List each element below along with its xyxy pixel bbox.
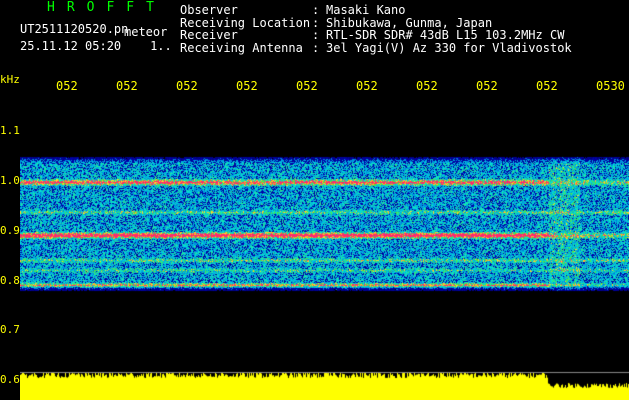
time-tick: 052 [356,79,378,93]
time-tick: 052 [296,79,318,93]
time-tick: 052 [476,79,498,93]
time-tick: 0530 [596,79,625,93]
time-tick: 052 [236,79,258,93]
timestamp-line: 25.11.12 05:20 1.. [20,39,172,53]
info-value: 3el Yagi(V) Az 330 for Vladivostok [326,40,572,55]
time-tick: 052 [536,79,558,93]
spectrogram-canvas [20,100,629,400]
meteor-label: meteor [124,25,168,39]
info-separator: : [312,3,320,17]
info-row-antenna: Receiving Antenna:3el Yagi(V) Az 330 for… [180,40,572,55]
info-row-receiver: Receiver: RTL-SDR SDR# 43dB L15 103.2MHz … [180,29,572,42]
time-tick: 052 [116,79,138,93]
khz-unit-label: kHz [0,73,20,86]
time-tick: 052 [176,79,198,93]
info-value: Masaki Kano [326,3,406,17]
info-separator: : [312,40,320,55]
info-separator: : [312,28,320,42]
freq-tick: 0.6 [0,373,20,386]
spectrogram-area [20,100,629,400]
counter-label: 1.. [150,39,172,53]
time-tick: 052 [416,79,438,93]
time-tick: 052 [56,79,78,93]
info-value: RTL-SDR SDR# 43dB L15 103.2MHz CW [326,28,565,42]
info-label: Receiver [180,28,238,42]
filename-label: UT2511120520.pn [20,22,129,36]
freq-tick: 0.9 [0,224,20,237]
app-logo: HROFFT [47,0,166,15]
freq-tick: 1.0 [0,174,20,187]
freq-tick: 0.7 [0,323,20,336]
freq-tick: 0.8 [0,274,20,287]
info-label: Observer [180,3,238,17]
station-info: Observer: Masaki Kano Receiving Location:… [180,4,572,54]
date-label: 25.11.12 05:20 [20,39,122,53]
info-row-observer: Observer: Masaki Kano [180,4,572,17]
info-label: Receiving Antenna [180,40,303,55]
freq-tick: 1.1 [0,124,20,137]
